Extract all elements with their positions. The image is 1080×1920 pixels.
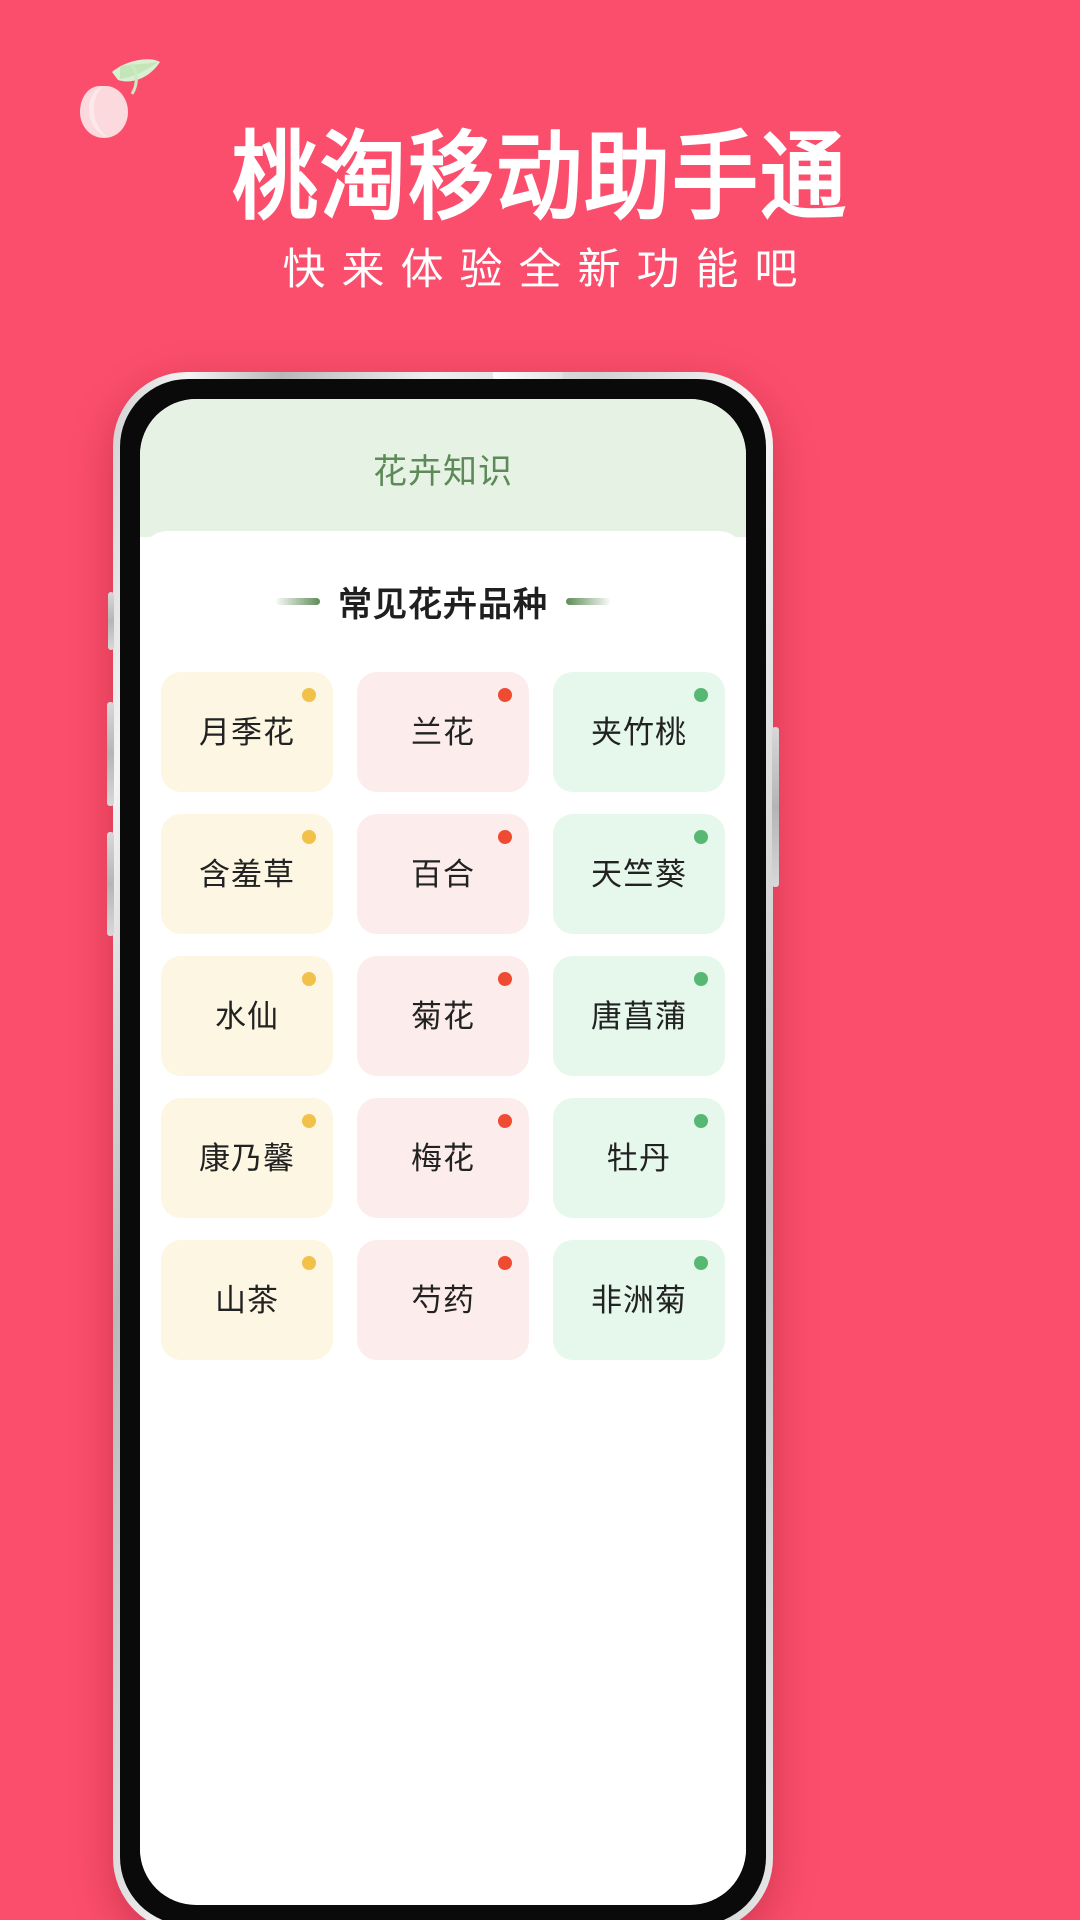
flower-card[interactable]: 山茶 bbox=[161, 1240, 333, 1360]
app-header: 花卉知识 bbox=[140, 399, 746, 537]
phone-mockup: 花卉知识 常见花卉品种 月季花 兰花 夹竹桃含羞草 百合 天竺葵水仙 菊花 唐菖蒲康乃馨 梅花… bbox=[107, 372, 779, 1920]
flower-card[interactable]: 唐菖蒲 bbox=[553, 956, 725, 1076]
flower-card[interactable]: 含羞草 bbox=[161, 814, 333, 934]
mute-switch[interactable] bbox=[108, 592, 114, 650]
volume-down-button[interactable] bbox=[107, 832, 114, 936]
phone-screen: 花卉知识 常见花卉品种 月季花 兰花 夹竹桃含羞草 百合 天竺葵水仙 菊花 唐菖蒲康乃馨 梅花… bbox=[140, 399, 746, 1905]
page-subtitle: 快来体验全新功能吧 bbox=[282, 246, 814, 294]
status-dot-icon bbox=[302, 972, 316, 986]
status-dot-icon bbox=[498, 972, 512, 986]
flower-card-label: 天竺葵 bbox=[591, 856, 687, 892]
flower-card[interactable]: 芍药 bbox=[357, 1240, 529, 1360]
flower-card-label: 百合 bbox=[411, 856, 475, 892]
status-dot-icon bbox=[302, 1114, 316, 1128]
flower-card[interactable]: 非洲菊 bbox=[553, 1240, 725, 1360]
status-dot-icon bbox=[302, 830, 316, 844]
flower-card-label: 含羞草 bbox=[199, 856, 295, 892]
flower-card[interactable]: 百合 bbox=[357, 814, 529, 934]
flower-card[interactable]: 水仙 bbox=[161, 956, 333, 1076]
flower-card-label: 菊花 bbox=[411, 998, 475, 1034]
status-dot-icon bbox=[302, 688, 316, 702]
flower-card-label: 康乃馨 bbox=[199, 1140, 295, 1176]
section-dash-right-icon bbox=[566, 598, 610, 605]
phone-bezel: 花卉知识 常见花卉品种 月季花 兰花 夹竹桃含羞草 百合 天竺葵水仙 菊花 唐菖蒲康乃馨 梅花… bbox=[120, 379, 766, 1920]
section-heading: 常见花卉品种 bbox=[140, 577, 746, 626]
flower-card[interactable]: 梅花 bbox=[357, 1098, 529, 1218]
flower-card-label: 夹竹桃 bbox=[591, 714, 687, 750]
phone-frame: 花卉知识 常见花卉品种 月季花 兰花 夹竹桃含羞草 百合 天竺葵水仙 菊花 唐菖蒲康乃馨 梅花… bbox=[107, 372, 779, 1920]
promo-poster: 桃淘移动助手通 快来体验全新功能吧 花卉知识 常见花卉品种 月季花 兰花 夹竹桃… bbox=[0, 0, 1080, 1920]
power-button[interactable] bbox=[772, 727, 779, 887]
flower-card[interactable]: 康乃馨 bbox=[161, 1098, 333, 1218]
flower-card-label: 月季花 bbox=[199, 714, 295, 750]
flower-card[interactable]: 月季花 bbox=[161, 672, 333, 792]
flower-card-label: 梅花 bbox=[411, 1140, 475, 1176]
flower-card[interactable]: 兰花 bbox=[357, 672, 529, 792]
section-dash-left-icon bbox=[276, 598, 320, 605]
status-dot-icon bbox=[498, 830, 512, 844]
status-dot-icon bbox=[694, 1114, 708, 1128]
flower-card[interactable]: 夹竹桃 bbox=[553, 672, 725, 792]
app-header-title: 花卉知识 bbox=[373, 452, 513, 491]
flower-card-label: 水仙 bbox=[215, 998, 279, 1034]
status-dot-icon bbox=[498, 1256, 512, 1270]
flower-card-label: 芍药 bbox=[411, 1282, 475, 1318]
flower-card-label: 牡丹 bbox=[607, 1140, 671, 1176]
flower-card-label: 山茶 bbox=[215, 1282, 279, 1318]
status-dot-icon bbox=[498, 688, 512, 702]
status-dot-icon bbox=[694, 1256, 708, 1270]
status-dot-icon bbox=[694, 972, 708, 986]
flower-card-label: 非洲菊 bbox=[591, 1282, 687, 1318]
flower-card-label: 唐菖蒲 bbox=[591, 998, 687, 1034]
status-dot-icon bbox=[694, 830, 708, 844]
status-dot-icon bbox=[694, 688, 708, 702]
app-content: 常见花卉品种 月季花 兰花 夹竹桃含羞草 百合 天竺葵水仙 菊花 唐菖蒲康乃馨 梅花 牡丹山茶 芍… bbox=[140, 531, 746, 1899]
flower-card[interactable]: 天竺葵 bbox=[553, 814, 725, 934]
status-dot-icon bbox=[302, 1256, 316, 1270]
volume-up-button[interactable] bbox=[107, 702, 114, 806]
flower-card[interactable]: 菊花 bbox=[357, 956, 529, 1076]
page-title: 桃淘移动助手通 bbox=[232, 122, 848, 234]
flower-card-label: 兰花 bbox=[411, 714, 475, 750]
flower-card[interactable]: 牡丹 bbox=[553, 1098, 725, 1218]
section-title: 常见花卉品种 bbox=[338, 586, 548, 624]
status-dot-icon bbox=[498, 1114, 512, 1128]
flower-grid: 月季花 兰花 夹竹桃含羞草 百合 天竺葵水仙 菊花 唐菖蒲康乃馨 梅花 牡丹山茶 芍药 非洲菊 bbox=[140, 672, 746, 1360]
